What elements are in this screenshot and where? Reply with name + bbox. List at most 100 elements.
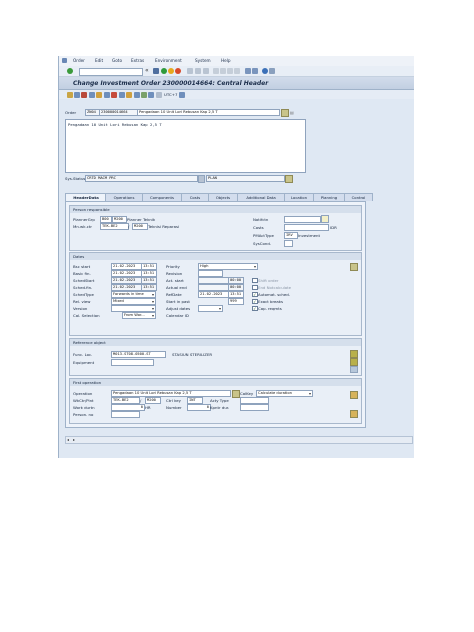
menu-system[interactable]: System (195, 58, 211, 63)
calc-key-select[interactable]: Calculate duration (256, 390, 313, 397)
last-page-icon[interactable] (234, 68, 240, 74)
end-nbsc-checkbox[interactable] (252, 284, 258, 290)
print-order-icon[interactable] (179, 91, 185, 98)
revision-field[interactable] (198, 270, 223, 277)
find-next-icon[interactable] (203, 68, 209, 74)
back-icon[interactable] (161, 68, 167, 74)
basic-finish-time-field[interactable]: 13:51 (141, 270, 157, 277)
layout-menu-icon[interactable] (269, 68, 275, 74)
system-condition-field[interactable] (284, 240, 293, 247)
menu-order[interactable]: Order (73, 58, 85, 63)
basic-start-date-field[interactable]: 21.02.2023 (111, 263, 142, 270)
operation-detail-icon[interactable] (350, 391, 358, 399)
tab-planning[interactable]: Planning (313, 193, 345, 201)
operation-overview-icon[interactable] (350, 410, 358, 418)
scroll-left-icon[interactable]: ◂ (67, 437, 69, 442)
tab-components[interactable]: Components (142, 193, 182, 201)
long-text-edit-icon[interactable] (281, 109, 289, 117)
start-in-past-field[interactable]: 999 (228, 298, 244, 305)
control-key-field[interactable]: INT (187, 397, 203, 404)
activity-type-field[interactable] (240, 397, 269, 404)
timezone-icon[interactable] (156, 91, 162, 98)
operation-long-text-icon[interactable] (232, 390, 240, 398)
planner-group-field[interactable]: B00 (100, 216, 112, 223)
components-icon[interactable] (96, 91, 102, 98)
previous-page-icon[interactable] (220, 68, 226, 74)
timezone-label[interactable]: UTC+7 (164, 92, 177, 97)
work-center-plant-field[interactable]: M200 (132, 223, 148, 230)
print-icon[interactable] (187, 68, 193, 74)
priority-select[interactable]: High (198, 263, 258, 270)
automatic-scheduling-checkbox[interactable]: ✓ (252, 291, 258, 297)
horizontal-scrollbar[interactable]: ◂ ▸ (65, 436, 413, 444)
adjust-dates-select[interactable] (198, 305, 223, 312)
basic-finish-date-field[interactable]: 21.02.2023 (111, 270, 142, 277)
long-text-area[interactable]: Pengadaan 10 Unit Lori Rebusan Kap 2,5 T (65, 119, 306, 173)
basic-start-time-field[interactable]: 13:51 (141, 263, 157, 270)
edit-pencil-icon[interactable] (81, 91, 87, 98)
menu-environment[interactable]: Environment (155, 58, 182, 63)
sched-type-select[interactable]: Forwards in time (111, 291, 156, 298)
next-page-icon[interactable] (227, 68, 233, 74)
first-page-icon[interactable] (213, 68, 219, 74)
exit-icon[interactable] (168, 68, 174, 74)
materials-icon[interactable] (119, 91, 125, 98)
functional-location-field[interactable]: M013-ST08-0500-ST (111, 351, 166, 358)
operation-plant-field[interactable]: M200 (145, 397, 161, 404)
shortcut-icon[interactable] (252, 68, 258, 74)
find-icon[interactable] (195, 68, 201, 74)
funcloc-structure-icon[interactable] (350, 350, 358, 358)
user-status-edit-icon[interactable] (285, 175, 293, 183)
notification-create-icon[interactable] (321, 215, 329, 223)
schedule-icon[interactable] (126, 91, 132, 98)
tab-objects[interactable]: Objects (208, 193, 238, 201)
menu-edit[interactable]: Edit (95, 58, 103, 63)
command-field[interactable] (79, 67, 143, 76)
operation-work-center-field[interactable]: TEK-BE2 (111, 397, 140, 404)
order-short-text-field[interactable]: Pengadaan 10 Unit Lori Rebusan Kap 2,5 T (137, 109, 280, 116)
menu-help[interactable]: Help (221, 58, 231, 63)
version-select[interactable] (111, 305, 156, 312)
exact-breaks-checkbox[interactable]: ✓ (252, 298, 258, 304)
history-dropdown-icon[interactable]: « (145, 67, 149, 74)
settlement-icon[interactable] (148, 91, 154, 98)
cal-selection-select[interactable]: From Wor... (122, 312, 156, 319)
planner-plant-field[interactable]: M200 (112, 216, 127, 223)
menu-extras[interactable]: Extras (131, 58, 144, 63)
costs-icon[interactable] (104, 91, 110, 98)
person-number-field[interactable] (111, 411, 140, 418)
rel-view-select[interactable]: Mixed (111, 298, 156, 305)
notification-field[interactable] (284, 216, 321, 223)
tab-control[interactable]: Control (344, 193, 373, 201)
capacity-icon[interactable] (134, 91, 140, 98)
help-icon[interactable] (262, 68, 268, 74)
status-icon[interactable] (67, 91, 73, 98)
object-list-icon[interactable] (350, 366, 358, 373)
capacity-reqmts-checkbox[interactable]: ✓ (252, 305, 258, 311)
cancel-icon[interactable] (175, 68, 181, 74)
create-session-icon[interactable] (245, 68, 251, 74)
reference-date-field[interactable]: 21.02.2023 (198, 291, 229, 298)
costs-field[interactable] (284, 224, 329, 231)
work-duration-field[interactable]: 0 (111, 404, 145, 411)
reference-time-field[interactable]: 13:51 (228, 291, 244, 298)
sap-logo-icon[interactable] (62, 58, 67, 63)
menu-goto[interactable]: Goto (112, 58, 122, 63)
operation-duration-field[interactable] (240, 404, 269, 411)
enter-icon[interactable] (67, 68, 73, 74)
number-field[interactable]: 0 (187, 404, 211, 411)
equipment-structure-icon[interactable] (350, 358, 358, 366)
shift-order-checkbox[interactable] (252, 277, 258, 283)
pm-activity-type-field[interactable]: IRV (284, 232, 298, 239)
main-work-center-field[interactable]: TEK-BE2 (100, 223, 129, 230)
status-detail-icon[interactable] (198, 175, 205, 183)
objects-icon[interactable] (111, 91, 117, 98)
scroll-right-icon[interactable]: ▸ (73, 437, 75, 442)
operation-text-field[interactable]: Pengadaan 10 Unit Lori Rebusan Kap 2,5 T (111, 390, 231, 397)
dates-overview-icon[interactable] (350, 263, 358, 271)
tab-additional-data[interactable]: Additional Data (237, 193, 285, 201)
tab-operations[interactable]: Operations (105, 193, 143, 201)
operations-icon[interactable] (89, 91, 95, 98)
save-icon[interactable] (153, 68, 159, 74)
tab-location[interactable]: Location (284, 193, 314, 201)
